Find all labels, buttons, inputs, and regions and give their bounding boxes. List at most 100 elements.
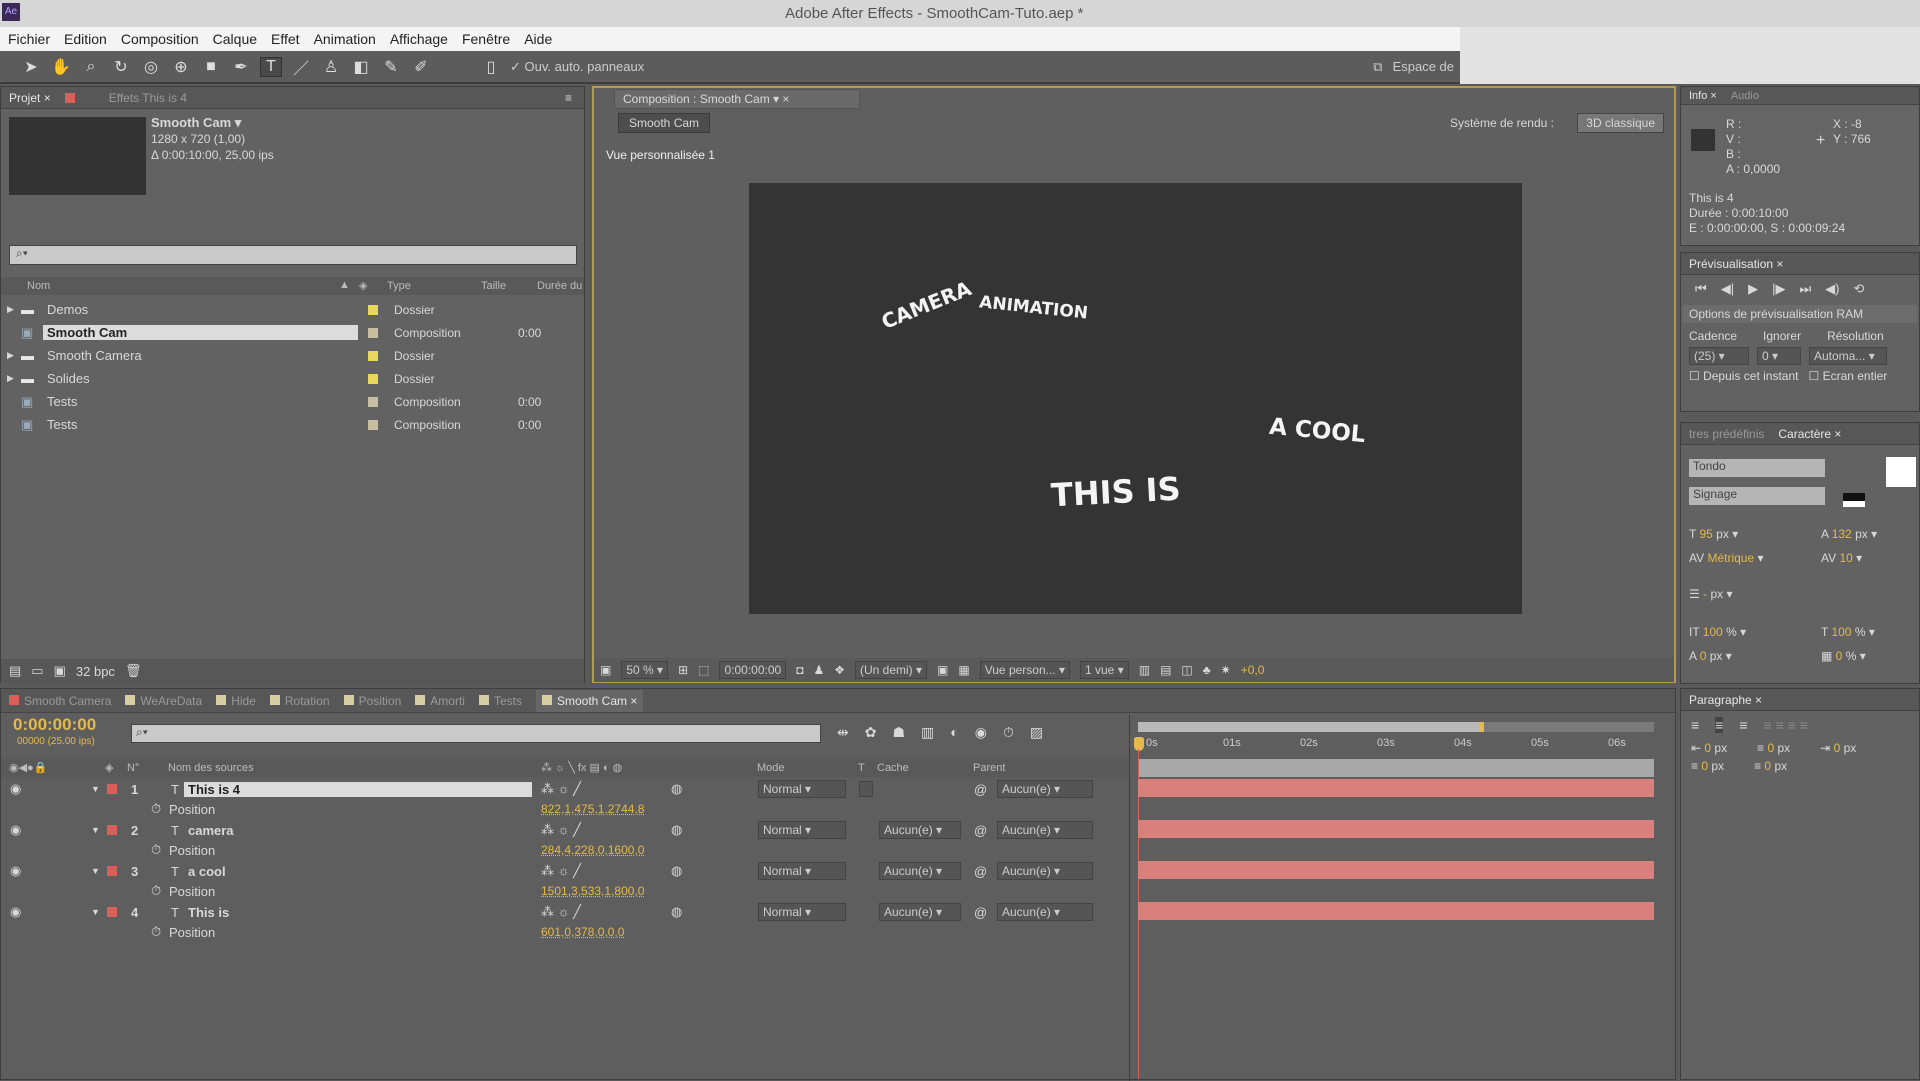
indent-first-field[interactable]: ≡ 0 px bbox=[1757, 741, 1790, 755]
label-swatch[interactable] bbox=[368, 304, 378, 315]
layer-row[interactable]: ◉ ▼ 2 T camera ⁂ ☼ ╱ ◍ Normal ▾ Aucun(e)… bbox=[1, 820, 1130, 840]
timeline-tab[interactable]: Amorti bbox=[415, 694, 465, 708]
layer-label-swatch[interactable] bbox=[107, 825, 117, 835]
vertical-scale-field[interactable]: IT 100 % ▾ bbox=[1689, 625, 1746, 639]
expand-arrow-icon[interactable]: ▶ bbox=[7, 350, 21, 361]
snapshot-icon[interactable]: ◘ bbox=[796, 663, 803, 677]
draft-3d-icon[interactable]: ✿ bbox=[865, 724, 877, 741]
resolution-dropdown-preview[interactable]: Automa... ▾ bbox=[1809, 347, 1887, 365]
expand-arrow-icon[interactable]: ▶ bbox=[7, 373, 21, 384]
tab-preview[interactable]: Prévisualisation × bbox=[1689, 257, 1783, 271]
menu-edition[interactable]: Edition bbox=[64, 31, 107, 47]
tab-paragraph[interactable]: Paragraphe × bbox=[1689, 693, 1762, 707]
project-item[interactable]: ▶ ▬ Demos Dossier bbox=[1, 298, 571, 321]
mask-toggle-icon[interactable]: ⬚ bbox=[698, 663, 709, 677]
twirl-down-icon[interactable]: ▼ bbox=[91, 784, 100, 794]
menu-composition[interactable]: Composition bbox=[121, 31, 199, 47]
layer-name[interactable]: This is 4 bbox=[184, 781, 532, 797]
layer-row[interactable]: ◉ ▼ 1 T This is 4 ⁂ ☼ ╱ ◍ Normal ▾ @ Auc… bbox=[1, 779, 1130, 799]
workspace-icon[interactable]: ⧉ bbox=[1373, 59, 1382, 75]
kerning-field[interactable]: AV Métrique ▾ bbox=[1689, 551, 1764, 565]
text-tool-icon[interactable]: T bbox=[260, 56, 282, 77]
stopwatch-icon[interactable]: ⏱ bbox=[151, 883, 161, 899]
stopwatch-icon[interactable]: ⏱ bbox=[151, 924, 161, 940]
tab-presets[interactable]: tres prédéfinis bbox=[1689, 427, 1764, 441]
eraser-tool-icon[interactable]: ◧ bbox=[350, 57, 372, 77]
col-type[interactable]: Type bbox=[387, 280, 411, 292]
indent-left-field[interactable]: ⇤ 0 px bbox=[1691, 741, 1727, 755]
fullscreen-checkbox[interactable]: ☐ Ecran entier bbox=[1808, 369, 1887, 383]
pen-tool-icon[interactable]: ✒ bbox=[230, 57, 252, 77]
layer-name[interactable]: This is bbox=[184, 905, 532, 920]
composition-mini-flowchart-icon[interactable]: ⇹ bbox=[837, 724, 849, 741]
visibility-eye-icon[interactable]: ◉ bbox=[10, 781, 21, 797]
timeline-tab[interactable]: Hide bbox=[216, 694, 256, 708]
panels-icon[interactable]: ▯ bbox=[480, 57, 502, 77]
visibility-eye-icon[interactable]: ◉ bbox=[10, 822, 21, 838]
graph-editor-icon[interactable]: ▨ bbox=[1030, 724, 1043, 741]
menu-affichage[interactable]: Affichage bbox=[390, 31, 448, 47]
blend-mode-dropdown[interactable]: Normal ▾ bbox=[758, 862, 846, 880]
last-frame-icon[interactable]: ⏭ bbox=[1799, 281, 1811, 297]
pick-whip-icon[interactable]: @ bbox=[974, 823, 987, 838]
project-item[interactable]: ▶ ▬ Smooth Camera Dossier bbox=[1, 344, 571, 367]
time-ruler[interactable]: 0s 01s 02s 03s 04s 05s 06s bbox=[1138, 735, 1654, 757]
renderer-button[interactable]: 3D classique bbox=[1577, 113, 1664, 133]
project-item[interactable]: ▶ ▬ Solides Dossier bbox=[1, 367, 571, 390]
first-frame-icon[interactable]: ⏮ bbox=[1695, 281, 1707, 297]
zoom-tool-icon[interactable]: ⌕ bbox=[80, 58, 102, 76]
puppet-pin-icon[interactable]: ✐ bbox=[410, 57, 432, 77]
layer-switches[interactable]: ⁂ ☼ ╱ bbox=[541, 863, 581, 879]
timeline-tab[interactable]: Position bbox=[343, 694, 401, 708]
zoom-dropdown[interactable]: 50 % ▾ bbox=[621, 661, 669, 679]
align-center-icon[interactable]: ≡ bbox=[1715, 717, 1724, 733]
tab-character[interactable]: Caractère × bbox=[1778, 427, 1841, 441]
auto-keyframe-icon[interactable]: ⏱ bbox=[1003, 724, 1014, 741]
parent-dropdown[interactable]: Aucun(e) ▾ bbox=[997, 862, 1093, 880]
roto-brush-icon[interactable]: ✎ bbox=[380, 57, 402, 77]
current-time-display[interactable]: 0:00:00:00 bbox=[13, 715, 96, 735]
selection-tool-icon[interactable]: ➤ bbox=[20, 57, 42, 77]
layer-label-swatch[interactable] bbox=[107, 866, 117, 876]
timeline-search-input[interactable]: ⌕▾ bbox=[131, 724, 821, 743]
font-size-field[interactable]: T 95 px ▾ bbox=[1689, 527, 1738, 541]
new-folder-icon[interactable]: ▭ bbox=[31, 663, 43, 679]
align-right-icon[interactable]: ≡ bbox=[1739, 717, 1747, 733]
audio-icon[interactable]: ◀) bbox=[1825, 281, 1839, 297]
auto-open-panels-checkbox[interactable]: ✓ Ouv. auto. panneaux bbox=[510, 59, 644, 75]
new-comp-icon[interactable]: ▣ bbox=[54, 663, 66, 679]
layer-row[interactable]: ◉ ▼ 4 T This is ⁂ ☼ ╱ ◍ Normal ▾ Aucun(e… bbox=[1, 902, 1130, 922]
menu-aide[interactable]: Aide bbox=[524, 31, 552, 47]
stopwatch-icon[interactable]: ⏱ bbox=[151, 801, 161, 817]
align-left-icon[interactable]: ≡ bbox=[1691, 717, 1699, 733]
twirl-down-icon[interactable]: ▼ bbox=[91, 825, 100, 835]
text-this-is[interactable]: THIS IS bbox=[1050, 470, 1181, 515]
comp-viewport[interactable]: CAMERA ANIMATION A COOL THIS IS bbox=[749, 183, 1522, 614]
exposure-icon[interactable]: ✷ bbox=[1221, 663, 1231, 677]
layer-label-swatch[interactable] bbox=[107, 907, 117, 917]
menu-calque[interactable]: Calque bbox=[213, 31, 257, 47]
motion-blur-icon[interactable]: ◐ bbox=[950, 724, 958, 741]
text-a-cool[interactable]: A COOL bbox=[1268, 414, 1366, 448]
trash-icon[interactable]: 🗑 bbox=[125, 663, 142, 679]
channel-icon[interactable]: ❖ bbox=[834, 663, 845, 677]
timeline-tab[interactable]: Tests bbox=[478, 694, 522, 708]
current-time-field[interactable]: 0:00:00:00 bbox=[719, 661, 787, 679]
track-matte-box[interactable] bbox=[859, 781, 873, 797]
always-preview-icon[interactable]: ▣ bbox=[600, 663, 611, 677]
track-matte-dropdown[interactable]: Aucun(e) ▾ bbox=[879, 903, 961, 921]
bpc-button[interactable]: 32 bpc bbox=[76, 664, 115, 679]
layer-row[interactable]: ◉ ▼ 3 T a cool ⁂ ☼ ╱ ◍ Normal ▾ Aucun(e)… bbox=[1, 861, 1130, 881]
flowchart-icon[interactable]: ♣ bbox=[1203, 663, 1211, 677]
work-area-bar[interactable] bbox=[1138, 759, 1654, 777]
cadence-dropdown[interactable]: (25) ▾ bbox=[1689, 347, 1749, 365]
tab-effects[interactable]: Effets This is 4 bbox=[109, 91, 187, 105]
blend-mode-dropdown[interactable]: Normal ▾ bbox=[758, 903, 846, 921]
brainstorm-icon[interactable]: ◉ bbox=[975, 724, 987, 741]
3d-layer-icon[interactable]: ◍ bbox=[671, 904, 682, 920]
clone-stamp-icon[interactable]: ♙ bbox=[320, 57, 342, 77]
3d-layer-icon[interactable]: ◍ bbox=[671, 863, 682, 879]
font-style-dropdown[interactable]: Signage bbox=[1689, 487, 1825, 505]
timeline-tab[interactable]: Smooth Camera bbox=[9, 694, 111, 708]
3d-layer-icon[interactable]: ◍ bbox=[671, 781, 682, 797]
